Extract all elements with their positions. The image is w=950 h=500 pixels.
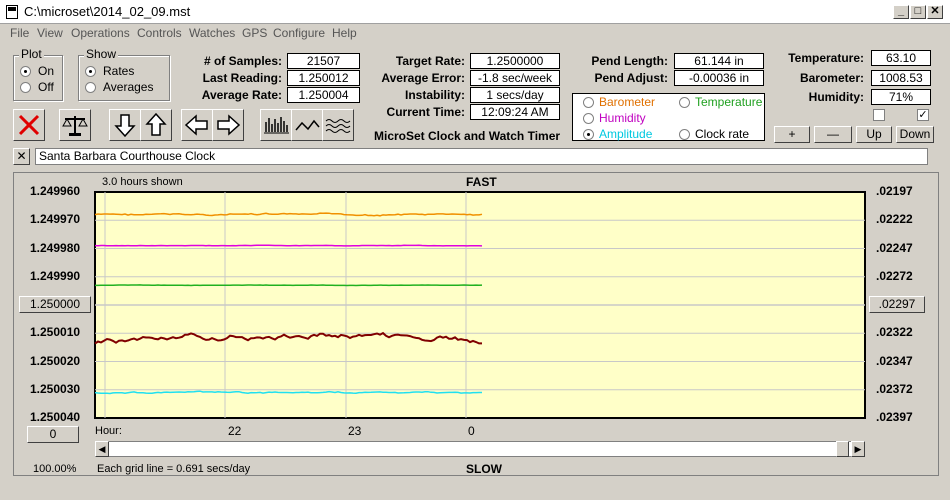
scroll-thumb[interactable]: [836, 441, 849, 457]
x-tick-23: 23: [348, 424, 362, 438]
y-tick-label: 1.250040: [30, 410, 81, 424]
series-line: [95, 284, 483, 287]
y-tick-label: 1.250020: [30, 353, 81, 368]
time-scrollbar[interactable]: [95, 441, 865, 457]
amplitude-tick-label: .02372: [876, 381, 913, 396]
amplitude-tick-label: .02397: [876, 410, 913, 424]
y-tick-label: 1.250030: [30, 381, 81, 396]
amplitude-tick-label: .02197: [876, 184, 913, 198]
y-tick-label: 1.249990: [30, 268, 81, 283]
hour-axis-label: Hour:: [95, 425, 122, 437]
amplitude-tick-label: .02347: [876, 353, 913, 368]
y-tick-label: 1.249970: [30, 212, 81, 227]
y-tick-label: 1.249960: [30, 184, 81, 198]
amplitude-tick-label: .02222: [876, 212, 913, 227]
y-tick-label: 1.250010: [30, 325, 81, 340]
scroll-right-button[interactable]: ▶: [851, 441, 865, 457]
amplitude-tick-label: .02272: [876, 268, 913, 283]
fast-label: FAST: [466, 175, 497, 189]
y-tick-label: 1.249980: [30, 240, 81, 255]
center-amplitude-button[interactable]: .02297: [869, 296, 925, 313]
x-tick-0: 0: [468, 424, 475, 438]
rate-chart: [94, 191, 866, 419]
offset-button[interactable]: 0: [27, 426, 79, 443]
x-tick-22: 22: [228, 424, 242, 438]
zoom-level: 100.00%: [33, 463, 77, 475]
series-line: [94, 244, 483, 247]
center-rate-button[interactable]: 1.250000: [19, 296, 91, 313]
slow-label: SLOW: [466, 462, 502, 476]
hours-shown-label: 3.0 hours shown: [102, 176, 183, 188]
amplitude-tick-label: .02247: [876, 240, 913, 255]
amplitude-tick-label: .02322: [876, 325, 913, 340]
scroll-left-button[interactable]: ◀: [95, 441, 109, 457]
grid-note: Each grid line = 0.691 secs/day: [97, 463, 251, 475]
